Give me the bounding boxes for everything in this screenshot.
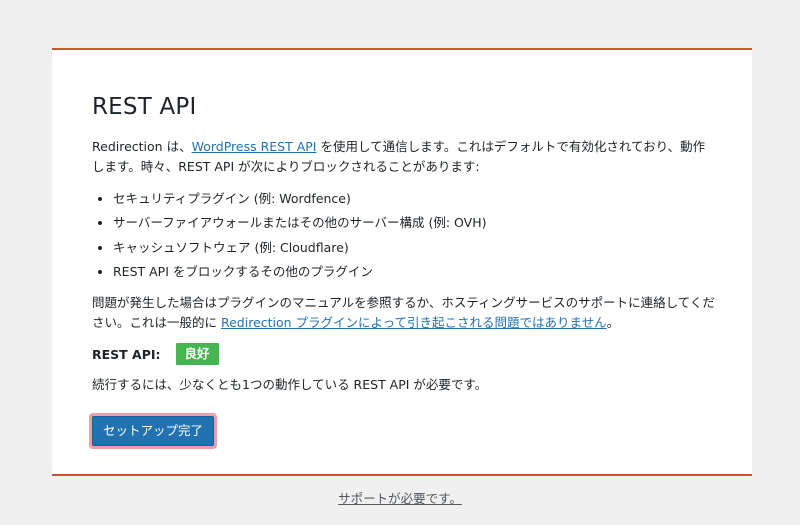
not-caused-by-redirection-link[interactable]: Redirection プラグインによって引き起こされる問題ではありません [221,315,607,330]
requirement-text: 続行するには、少なくとも1つの動作している REST API が必要です。 [92,377,488,392]
block-causes-list: セキュリティプラグイン (例: Wordfence) サーバーファイアウォールま… [92,187,486,284]
intro-text-before: Redirection は、 [92,139,192,154]
finish-setup-button[interactable]: セットアップ完了 [92,416,215,446]
support-link[interactable]: サポートが必要です。 [0,488,800,507]
wordpress-rest-api-link[interactable]: WordPress REST API [192,139,317,154]
help-text-after: 。 [606,315,620,330]
list-item: キャッシュソフトウェア (例: Cloudflare) [113,236,486,260]
status-badge: 良好 [175,343,219,365]
setup-card: REST API Redirection は、WordPress REST AP… [52,48,752,476]
rest-api-status-row: REST API: 良好 [92,342,219,366]
list-item: サーバーファイアウォールまたはその他のサーバー構成 (例: OVH) [113,211,486,235]
support-link-label: サポートが必要です。 [338,491,462,506]
list-item: REST API をブロックするその他のプラグイン [113,260,486,284]
help-paragraph: 問題が発生した場合はプラグインのマニュアルを参照するか、ホスティングサービスのサ… [92,293,716,333]
list-item: セキュリティプラグイン (例: Wordfence) [113,187,486,211]
finish-button-highlight: セットアップ完了 [89,413,218,449]
intro-paragraph: Redirection は、WordPress REST API を使用して通信… [92,137,716,177]
rest-api-status-label: REST API: [92,346,161,362]
page-title: REST API [92,94,197,120]
